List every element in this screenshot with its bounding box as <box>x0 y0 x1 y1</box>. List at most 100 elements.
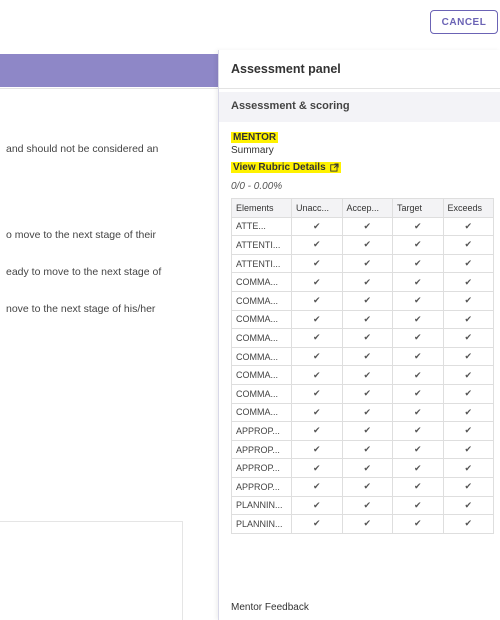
rating-option-cell[interactable]: ✔ <box>291 514 343 534</box>
rating-option-cell[interactable]: ✔ <box>341 402 393 423</box>
rating-option-cell[interactable]: ✔ <box>291 495 343 516</box>
checkmark-icon: ✔ <box>464 258 473 269</box>
rating-option-cell[interactable]: ✔ <box>392 458 444 478</box>
rating-option-cell[interactable]: ✔ <box>442 421 494 441</box>
rating-option-cell[interactable]: ✔ <box>341 514 393 534</box>
rating-option-cell[interactable]: ✔ <box>341 235 393 255</box>
background-text-line: nove to the next stage of his/her <box>6 303 156 315</box>
rating-option-cell[interactable]: ✔ <box>442 495 494 516</box>
rating-option-cell[interactable]: ✔ <box>392 290 444 311</box>
element-name-cell: PLANNIN... <box>231 514 292 534</box>
checkmark-icon: ✔ <box>413 388 422 399</box>
rating-option-cell[interactable]: ✔ <box>291 383 343 404</box>
rating-option-cell[interactable]: ✔ <box>341 439 393 460</box>
rating-option-cell[interactable]: ✔ <box>392 402 444 423</box>
checkmark-icon: ✔ <box>413 444 422 455</box>
rating-option-cell[interactable]: ✔ <box>291 272 343 292</box>
assessment-scoring-section[interactable]: Assessment & scoring <box>219 92 500 122</box>
rating-option-cell[interactable]: ✔ <box>341 216 393 237</box>
rating-option-cell[interactable]: ✔ <box>392 514 444 534</box>
rating-option-cell[interactable]: ✔ <box>392 476 444 497</box>
rating-option-cell[interactable]: ✔ <box>291 253 343 274</box>
rating-option-cell[interactable]: ✔ <box>341 290 393 311</box>
rating-option-cell[interactable]: ✔ <box>442 272 494 292</box>
rating-option-cell[interactable]: ✔ <box>442 439 494 460</box>
cancel-button[interactable]: CANCEL <box>430 10 498 34</box>
rating-option-cell[interactable]: ✔ <box>392 216 444 237</box>
view-rubric-details-link[interactable]: View Rubric Details <box>231 162 341 173</box>
rating-option-cell[interactable]: ✔ <box>442 309 494 330</box>
checkmark-icon: ✔ <box>312 276 321 287</box>
rating-option-cell[interactable]: ✔ <box>341 421 393 441</box>
rating-option-cell[interactable]: ✔ <box>392 272 444 292</box>
checkmark-icon: ✔ <box>363 369 372 380</box>
rating-option-cell[interactable]: ✔ <box>392 235 444 255</box>
rating-option-cell[interactable]: ✔ <box>291 402 343 423</box>
element-name-cell: COMMA... <box>231 290 292 311</box>
rating-option-cell[interactable]: ✔ <box>392 253 444 274</box>
rating-option-cell[interactable]: ✔ <box>442 458 494 478</box>
table-row: COMMA... ✔ ✔ ✔ ✔ <box>231 365 494 385</box>
checkmark-icon: ✔ <box>413 313 422 324</box>
checkmark-icon: ✔ <box>312 295 321 306</box>
element-name-cell: ATTE... <box>231 216 292 237</box>
rating-option-cell[interactable]: ✔ <box>392 421 444 441</box>
table-row: PLANNIN... ✔ ✔ ✔ ✔ <box>231 495 494 516</box>
checkmark-icon: ✔ <box>363 220 372 231</box>
summary-label: Summary <box>231 145 274 156</box>
rating-option-cell[interactable]: ✔ <box>341 476 393 497</box>
checkmark-icon: ✔ <box>464 425 473 436</box>
rating-option-cell[interactable]: ✔ <box>341 272 393 292</box>
rating-option-cell[interactable]: ✔ <box>291 328 343 348</box>
rating-option-cell[interactable]: ✔ <box>291 458 343 478</box>
rating-option-cell[interactable]: ✔ <box>442 383 494 404</box>
table-row: COMMA... ✔ ✔ ✔ ✔ <box>231 383 494 404</box>
rating-option-cell[interactable]: ✔ <box>392 328 444 348</box>
rating-option-cell[interactable]: ✔ <box>442 514 494 534</box>
panel-title: Assessment panel <box>231 62 341 76</box>
rating-option-cell[interactable]: ✔ <box>291 346 343 367</box>
rating-option-cell[interactable]: ✔ <box>442 235 494 255</box>
rating-option-cell[interactable]: ✔ <box>291 216 343 237</box>
rating-option-cell[interactable]: ✔ <box>442 346 494 367</box>
rating-option-cell[interactable]: ✔ <box>442 328 494 348</box>
rating-option-cell[interactable]: ✔ <box>341 365 393 385</box>
checkmark-icon: ✔ <box>312 258 321 269</box>
rating-option-cell[interactable]: ✔ <box>291 365 343 385</box>
rating-option-cell[interactable]: ✔ <box>291 309 343 330</box>
rubric-link-label: View Rubric Details <box>233 162 326 173</box>
rating-option-cell[interactable]: ✔ <box>442 476 494 497</box>
checkmark-icon: ✔ <box>363 239 372 250</box>
rating-option-cell[interactable]: ✔ <box>392 439 444 460</box>
rating-option-cell[interactable]: ✔ <box>341 346 393 367</box>
rating-option-cell[interactable]: ✔ <box>291 439 343 460</box>
rating-option-cell[interactable]: ✔ <box>442 216 494 237</box>
checkmark-icon: ✔ <box>464 388 473 399</box>
rating-option-cell[interactable]: ✔ <box>442 365 494 385</box>
rating-option-cell[interactable]: ✔ <box>291 476 343 497</box>
rating-option-cell[interactable]: ✔ <box>341 458 393 478</box>
checkmark-icon: ✔ <box>413 462 422 473</box>
rating-option-cell[interactable]: ✔ <box>392 495 444 516</box>
rating-option-cell[interactable]: ✔ <box>341 309 393 330</box>
rating-option-cell[interactable]: ✔ <box>442 253 494 274</box>
rating-option-cell[interactable]: ✔ <box>392 365 444 385</box>
rating-option-cell[interactable]: ✔ <box>392 346 444 367</box>
rating-option-cell[interactable]: ✔ <box>341 495 393 516</box>
checkmark-icon: ✔ <box>312 406 321 417</box>
rating-option-cell[interactable]: ✔ <box>392 383 444 404</box>
rating-option-cell[interactable]: ✔ <box>341 253 393 274</box>
rating-option-cell[interactable]: ✔ <box>442 402 494 423</box>
background-text-line: eady to move to the next stage of <box>6 266 162 278</box>
rating-option-cell[interactable]: ✔ <box>341 328 393 348</box>
checkmark-icon: ✔ <box>312 351 321 362</box>
rating-option-cell[interactable]: ✔ <box>442 290 494 311</box>
rating-option-cell[interactable]: ✔ <box>291 235 343 255</box>
element-name-cell: APPROP... <box>231 439 292 460</box>
column-header-elements: Elements <box>231 198 292 218</box>
rating-option-cell[interactable]: ✔ <box>341 383 393 404</box>
table-row: COMMA... ✔ ✔ ✔ ✔ <box>231 290 494 311</box>
rating-option-cell[interactable]: ✔ <box>392 309 444 330</box>
rating-option-cell[interactable]: ✔ <box>291 290 343 311</box>
rating-option-cell[interactable]: ✔ <box>291 421 343 441</box>
